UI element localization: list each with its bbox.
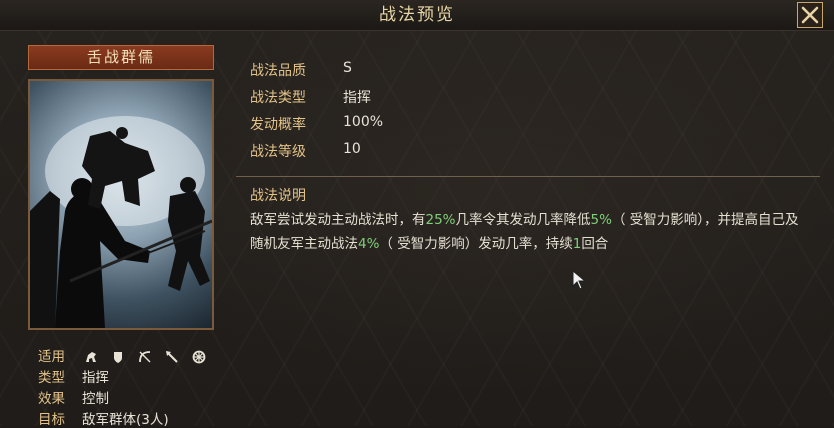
applicable-row: 适用: [38, 345, 82, 365]
stat-type-label: 战法类型: [250, 90, 306, 106]
type-row: 类型 指挥: [38, 366, 109, 386]
shield-icon: [111, 349, 125, 363]
stat-probability-label: 发动概率: [250, 117, 306, 133]
close-button[interactable]: [797, 2, 823, 28]
description-label: 战法说明: [250, 188, 306, 204]
effect-row: 效果 控制: [38, 387, 109, 407]
type-value: 指挥: [82, 370, 109, 386]
desc-highlight-value: 5%: [590, 212, 612, 228]
spear-icon: [165, 349, 179, 363]
skill-name: 舌战群儒: [28, 45, 214, 70]
stat-level-value: 10: [343, 141, 361, 157]
wheel-icon: [192, 349, 206, 363]
target-row: 目标 敌军群体(3人): [38, 408, 169, 428]
stat-probability-value: 100%: [343, 114, 384, 130]
desc-text: （ 受智力影响）发动几率，持续: [379, 236, 573, 252]
mouse-cursor-icon: [572, 269, 587, 294]
window-title: 战法预览: [379, 5, 455, 25]
bow-icon: [138, 349, 152, 363]
desc-highlight-value: 25%: [425, 212, 456, 228]
skill-description: 敌军尝试发动主动战法时，有25%几率令其发动几率降低5%（ 受智力影响），并提高…: [250, 208, 810, 256]
skill-portrait: [28, 79, 214, 330]
desc-text: 敌军尝试发动主动战法时，有: [250, 212, 426, 228]
applicable-label: 适用: [38, 349, 65, 365]
stat-level-label: 战法等级: [250, 144, 306, 160]
desc-text: 回合: [581, 236, 609, 252]
stat-type-value: 指挥: [343, 90, 371, 106]
stat-quality-value: S: [343, 60, 352, 76]
effect-label: 效果: [38, 391, 65, 407]
desc-highlight-value: 4%: [358, 236, 380, 252]
close-icon: [801, 6, 819, 24]
section-divider: [236, 176, 820, 177]
type-label: 类型: [38, 370, 65, 386]
cavalry-icon: [84, 349, 98, 363]
desc-text: 几率令其发动几率降低: [455, 212, 591, 228]
effect-value: 控制: [82, 391, 109, 407]
target-label: 目标: [38, 412, 65, 428]
applicable-icons: [84, 345, 214, 363]
stat-quality-label: 战法品质: [250, 63, 306, 79]
